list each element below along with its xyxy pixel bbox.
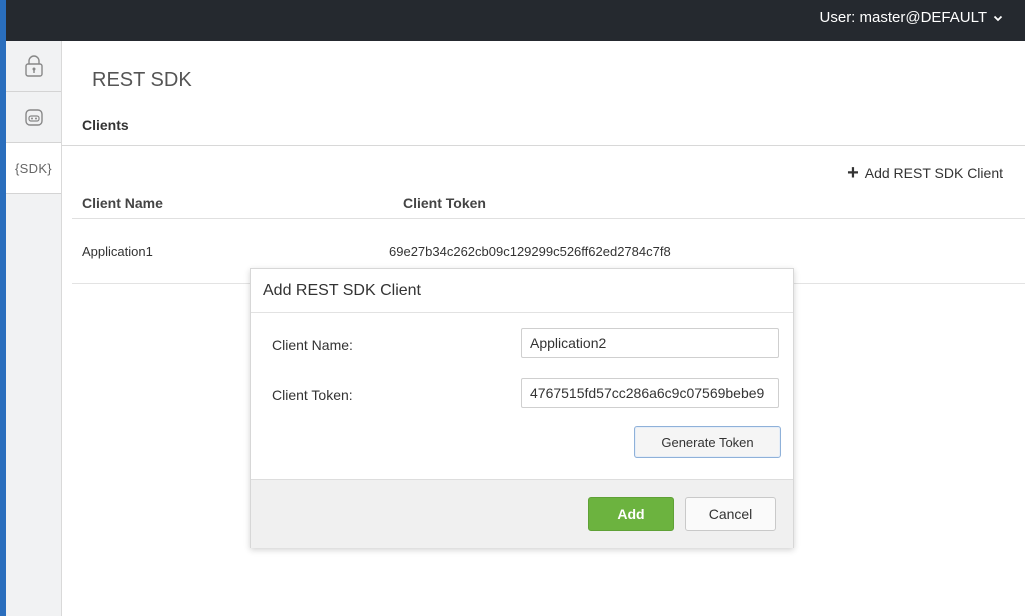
dialog-title-divider: [251, 312, 793, 313]
sidebar-item-security[interactable]: [6, 41, 61, 92]
user-menu[interactable]: User: master@DEFAULT: [820, 9, 1003, 26]
chevron-down-icon: [993, 15, 1003, 21]
dialog-footer: Add Cancel: [251, 479, 793, 548]
sidebar-item-sdk[interactable]: {SDK}: [6, 143, 61, 194]
sdk-icon: {SDK}: [15, 160, 52, 176]
client-token-label: Client Token:: [272, 387, 353, 403]
sidebar: {SDK}: [6, 41, 62, 616]
section-title: Clients: [82, 117, 129, 133]
cancel-button[interactable]: Cancel: [685, 497, 776, 531]
add-client-dialog: Add REST SDK Client Client Name: Client …: [250, 268, 794, 548]
dialog-title: Add REST SDK Client: [263, 282, 421, 299]
cell-client-token: 69e27b34c262cb09c129299c526ff62ed2784c7f…: [389, 244, 671, 259]
user-label: User: master@DEFAULT: [819, 9, 987, 26]
header-divider: [72, 218, 1025, 219]
generate-token-button[interactable]: Generate Token: [634, 426, 781, 458]
lock-icon: [24, 55, 43, 77]
client-name-label: Client Name:: [272, 337, 353, 353]
column-header-client-name: Client Name: [82, 195, 163, 211]
cell-client-name: Application1: [82, 244, 153, 259]
client-token-input[interactable]: [521, 378, 779, 408]
robot-icon: [24, 109, 43, 126]
plus-icon: +: [847, 162, 859, 184]
page-title: REST SDK: [92, 69, 192, 91]
top-bar: User: master@DEFAULT: [6, 0, 1025, 41]
add-client-label: Add REST SDK Client: [864, 165, 1003, 181]
column-header-client-token: Client Token: [403, 195, 486, 211]
section-divider: [62, 145, 1025, 146]
add-button[interactable]: Add: [588, 497, 674, 531]
add-client-button[interactable]: + Add REST SDK Client: [847, 162, 1003, 184]
sidebar-item-robots[interactable]: [6, 92, 61, 143]
client-name-input[interactable]: [521, 328, 779, 358]
